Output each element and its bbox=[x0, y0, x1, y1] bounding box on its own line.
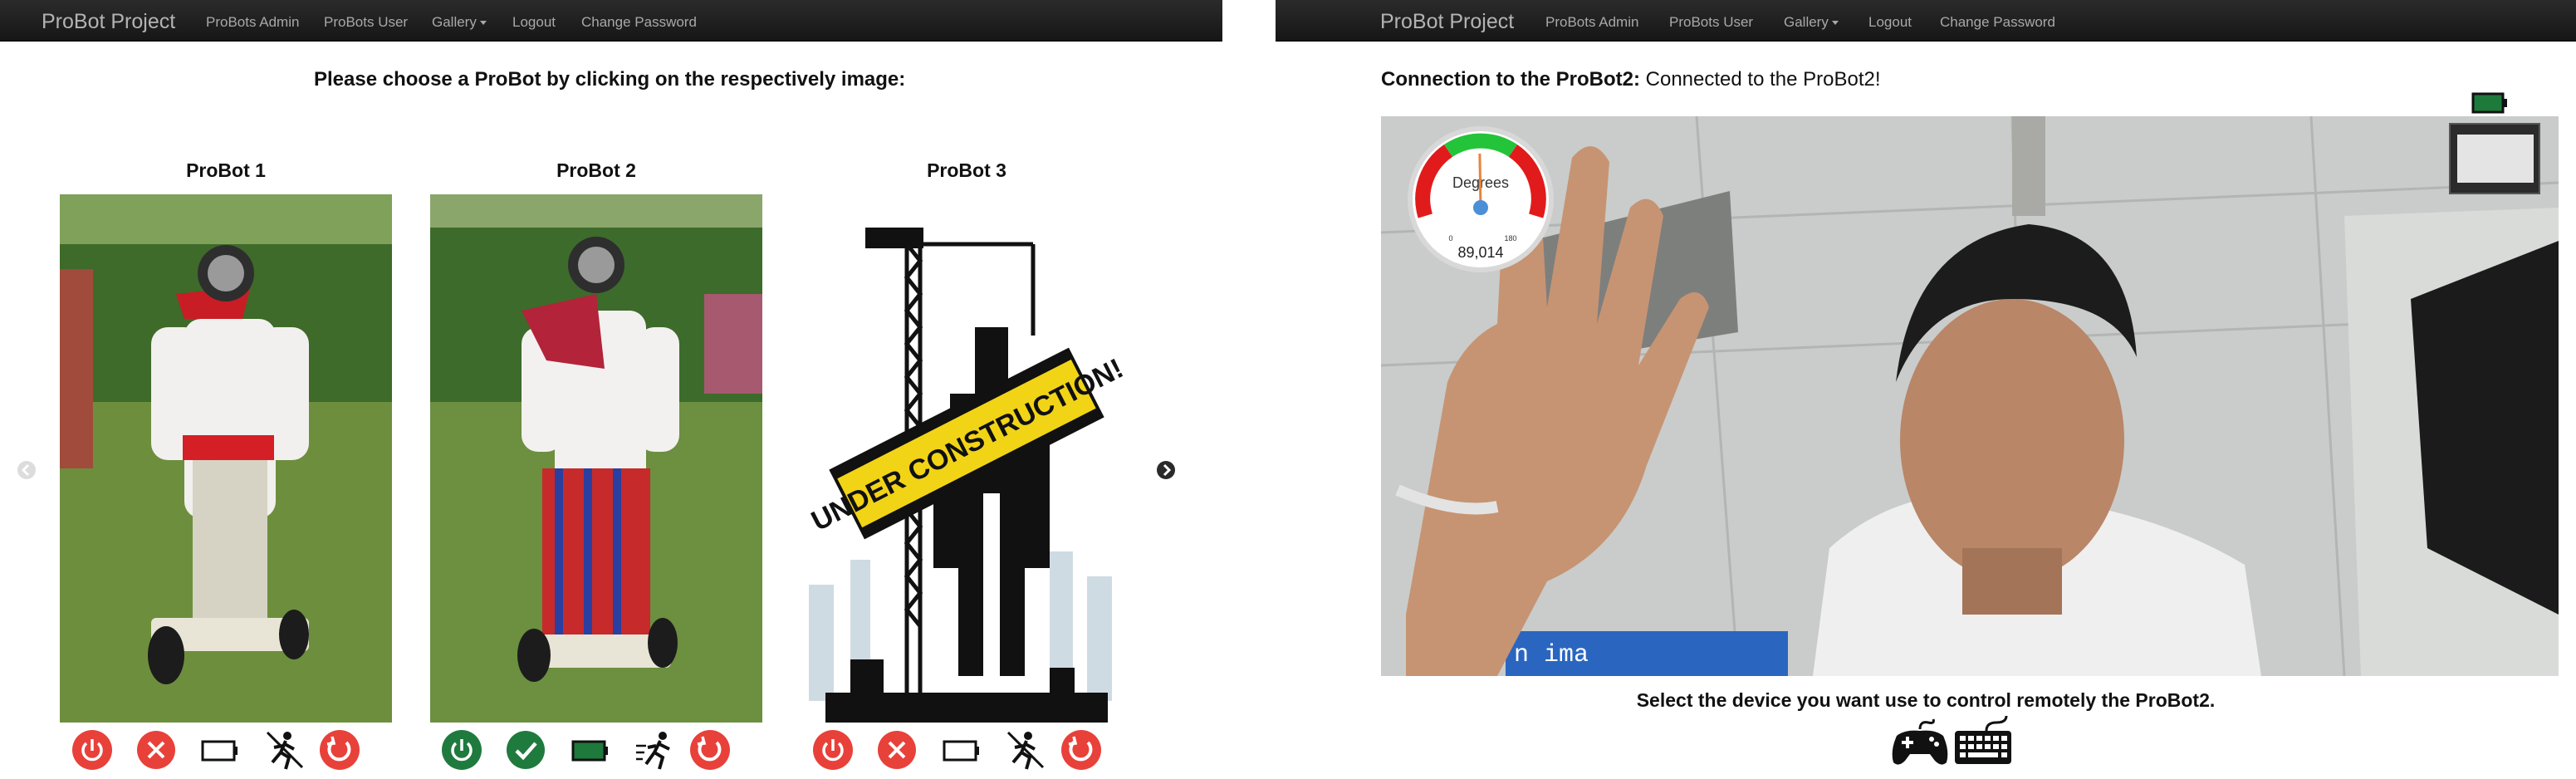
degrees-gauge: Degrees 0 180 89,014 bbox=[1408, 126, 1554, 272]
chevron-down-icon bbox=[479, 21, 487, 26]
navbar: ProBot Project ProBots Admin ProBots Use… bbox=[1276, 0, 2576, 42]
probot-selection-window: ProBot Project ProBots Admin ProBots Use… bbox=[0, 0, 1222, 779]
probot-3-image[interactable]: UNDER CONSTRUCTION! bbox=[801, 194, 1133, 723]
brand-link[interactable]: ProBot Project bbox=[1380, 10, 1514, 34]
power-icon[interactable] bbox=[441, 729, 482, 771]
battery-empty-icon bbox=[201, 740, 238, 762]
nav-logout[interactable]: Logout bbox=[512, 14, 556, 31]
nav-probots-admin[interactable]: ProBots Admin bbox=[206, 14, 299, 31]
connection-status: Connection to the ProBot2: Connected to … bbox=[1381, 68, 1881, 91]
restart-icon[interactable] bbox=[689, 729, 731, 771]
probot-2-image[interactable] bbox=[430, 194, 762, 723]
disconnected-icon bbox=[137, 731, 175, 769]
nav-gallery-label: Gallery bbox=[432, 14, 477, 30]
nav-probots-admin[interactable]: ProBots Admin bbox=[1545, 14, 1638, 31]
restart-icon[interactable] bbox=[1060, 729, 1102, 771]
probot-1-title: ProBot 1 bbox=[186, 159, 266, 181]
control-prompt: Select the device you want use to contro… bbox=[1636, 689, 2216, 711]
battery-full-icon bbox=[571, 740, 608, 762]
nav-change-password[interactable]: Change Password bbox=[581, 14, 697, 31]
chevron-down-icon bbox=[1831, 21, 1839, 26]
power-icon[interactable] bbox=[812, 729, 854, 771]
chevron-left-icon[interactable] bbox=[17, 460, 37, 480]
nav-probots-user[interactable]: ProBots User bbox=[324, 14, 408, 31]
connected-icon bbox=[507, 731, 545, 769]
gauge-min-label: 0 bbox=[1448, 234, 1452, 243]
gauge-needle bbox=[1478, 153, 1482, 208]
probot-1-image[interactable] bbox=[60, 194, 392, 723]
no-movement-icon bbox=[266, 731, 304, 770]
gauge-max-label: 180 bbox=[1504, 234, 1516, 243]
probot-3-title: ProBot 3 bbox=[927, 159, 1006, 181]
battery-empty-icon bbox=[943, 740, 979, 762]
gamepad-icon[interactable] bbox=[1888, 718, 1952, 767]
power-icon[interactable] bbox=[71, 729, 113, 771]
probot-2-title: ProBot 2 bbox=[556, 159, 636, 181]
nav-gallery[interactable]: Gallery bbox=[432, 14, 487, 31]
video-overlay-text: n ima bbox=[1514, 641, 1589, 669]
connection-label: Connection to the ProBot2: bbox=[1381, 68, 1640, 91]
nav-probots-user[interactable]: ProBots User bbox=[1669, 14, 1753, 31]
probot-control-window: ProBot Project ProBots Admin ProBots Use… bbox=[1276, 0, 2576, 779]
restart-icon[interactable] bbox=[319, 729, 360, 771]
brand-link[interactable]: ProBot Project bbox=[42, 10, 175, 34]
nav-change-password[interactable]: Change Password bbox=[1940, 14, 2055, 31]
disconnected-icon bbox=[878, 731, 916, 769]
no-movement-icon bbox=[1006, 731, 1045, 770]
local-camera-thumbnail bbox=[2449, 123, 2540, 194]
battery-full-icon bbox=[2471, 92, 2507, 114]
connection-status-text: Connected to the ProBot2! bbox=[1645, 68, 1881, 91]
chevron-right-icon[interactable] bbox=[1156, 460, 1176, 480]
nav-gallery-label: Gallery bbox=[1784, 14, 1829, 30]
gauge-value: 89,014 bbox=[1457, 244, 1503, 261]
keyboard-icon[interactable] bbox=[1953, 716, 2013, 767]
gauge-hub bbox=[1473, 200, 1488, 215]
camera-video-feed: n ima Degrees 0 180 89,014 bbox=[1381, 116, 2559, 676]
nav-logout[interactable]: Logout bbox=[1868, 14, 1912, 31]
nav-gallery[interactable]: Gallery bbox=[1784, 14, 1839, 31]
page-title: Please choose a ProBot by clicking on th… bbox=[314, 68, 906, 91]
running-icon bbox=[636, 732, 670, 770]
navbar: ProBot Project ProBots Admin ProBots Use… bbox=[0, 0, 1222, 42]
